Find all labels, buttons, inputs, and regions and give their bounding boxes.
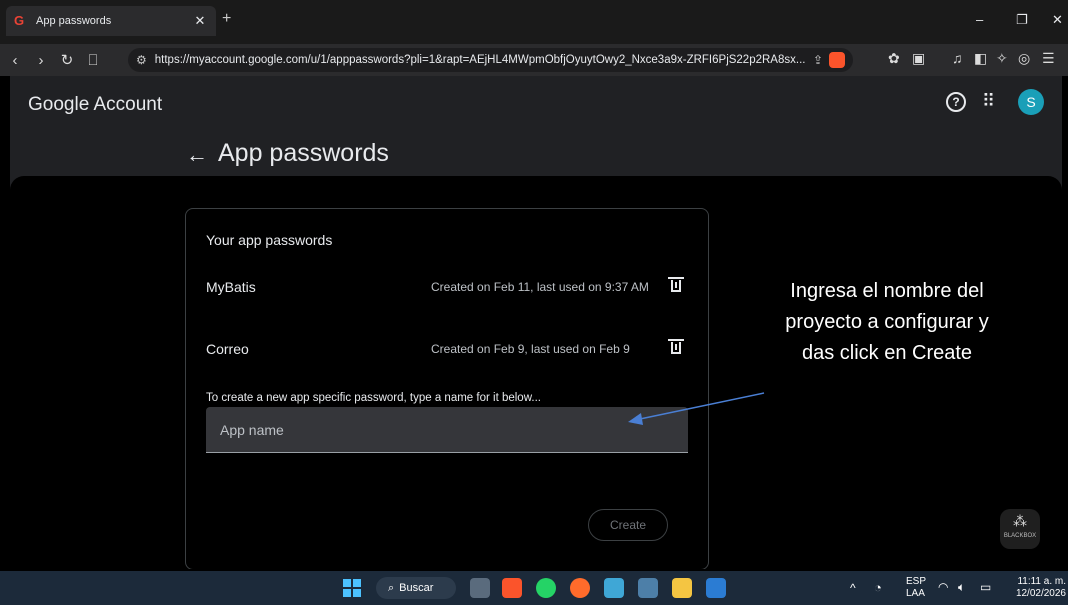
annotation-line: das click en Create <box>801 342 973 364</box>
app-icon[interactable] <box>638 578 658 598</box>
apps-grid-icon[interactable]: ⠿ <box>982 91 995 112</box>
search-icon: ⌕ <box>388 581 395 594</box>
new-tab-button[interactable]: + <box>222 10 231 28</box>
windows-taskbar: ⌕ Buscar ^ ◔ ESP LAA ◠ 🔈︎ ▭ 11:11 a. m. … <box>0 571 1068 605</box>
reload-icon[interactable]: ↻ <box>56 51 78 69</box>
language-code: ESP <box>906 576 927 587</box>
minimize-button[interactable]: – <box>976 12 983 27</box>
password-name: Correo <box>206 341 249 357</box>
url-text[interactable]: https://myaccount.google.com/u/1/apppass… <box>155 54 807 66</box>
leo-icon[interactable]: ✧ <box>996 50 1008 67</box>
blackbox-logo[interactable]: ⁂ BLACKBOX <box>1000 509 1040 549</box>
help-icon[interactable]: ? <box>946 92 966 112</box>
blackbox-icon: ⁂ <box>1013 513 1027 529</box>
create-hint: To create a new app specific password, t… <box>206 392 541 404</box>
brave-icon[interactable] <box>502 578 522 598</box>
wifi-icon[interactable]: ◠ <box>938 580 948 594</box>
card-heading: Your app passwords <box>206 232 333 248</box>
forward-icon[interactable]: › <box>30 52 52 69</box>
google-favicon-icon: G <box>14 13 25 28</box>
trash-icon[interactable] <box>668 339 684 354</box>
chevron-up-icon[interactable]: ^ <box>850 581 856 595</box>
password-name: MyBatis <box>206 279 256 295</box>
app-name-input[interactable] <box>206 407 688 453</box>
password-row: Correo Created on Feb 9, last used on Fe… <box>206 339 690 361</box>
windows-start-icon[interactable] <box>343 579 361 597</box>
app-passwords-card: Your app passwords MyBatis Created on Fe… <box>185 208 709 569</box>
menu-icon[interactable]: ☰ <box>1042 50 1055 67</box>
vpn-icon[interactable]: ◎ <box>1018 50 1030 67</box>
search-label: Buscar <box>399 582 434 594</box>
battery-icon[interactable]: ▭ <box>980 580 991 594</box>
playlist-icon[interactable]: ♫ <box>952 50 963 66</box>
file-explorer-icon[interactable] <box>672 578 692 598</box>
bookmark-icon[interactable]: ⎕ <box>82 52 104 69</box>
clock[interactable]: 11:11 a. m. 12/02/2026 <box>1010 576 1066 600</box>
back-arrow-icon[interactable]: ← <box>186 142 208 168</box>
share-icon[interactable]: ⇪ <box>813 53 823 67</box>
browser-tabstrip: G App passwords ✕ + – ❐ ✕ <box>0 0 1068 44</box>
wallet-icon[interactable]: ▣ <box>912 50 925 67</box>
sidebar-icon[interactable]: ◧ <box>974 50 987 67</box>
trash-icon[interactable] <box>668 277 684 292</box>
address-bar[interactable]: ⚙ https://myaccount.google.com/u/1/apppa… <box>128 48 853 72</box>
password-meta: Created on Feb 9, last used on Feb 9 <box>431 342 630 356</box>
create-button[interactable]: Create <box>588 509 668 541</box>
volume-icon[interactable]: 🔈︎ <box>958 580 965 595</box>
copilot-icon[interactable]: ◔ <box>874 580 882 595</box>
extensions-icon[interactable]: ✿ <box>888 50 900 67</box>
tab-close-icon[interactable]: ✕ <box>192 13 208 29</box>
browser-toolbar: ‹ › ↻ ⎕ ⚙ https://myaccount.google.com/u… <box>0 44 1068 76</box>
site-info-icon[interactable]: ⚙ <box>136 53 147 67</box>
brave-shield-icon[interactable] <box>829 52 845 68</box>
google-account-logo[interactable]: Google Account <box>28 94 162 116</box>
restore-button[interactable]: ❐ <box>1016 12 1028 28</box>
annotation-callout: Ingresa el nombre del proyecto a configu… <box>752 276 1022 369</box>
clock-time: 11:11 a. m. <box>1017 576 1066 587</box>
annotation-line: proyecto a configurar y <box>785 311 989 333</box>
taskbar-search[interactable]: ⌕ Buscar <box>376 577 456 599</box>
app-icon[interactable] <box>604 578 624 598</box>
language-layout: LAA <box>906 588 925 599</box>
language-indicator[interactable]: ESP LAA <box>906 576 926 600</box>
annotation-line: Ingresa el nombre del <box>790 280 984 302</box>
password-row: MyBatis Created on Feb 11, last used on … <box>206 277 690 299</box>
page-title: App passwords <box>218 139 389 167</box>
postman-icon[interactable] <box>570 578 590 598</box>
blackbox-label: BLACKBOX <box>1003 533 1037 539</box>
back-icon[interactable]: ‹ <box>4 52 26 69</box>
tab-title: App passwords <box>36 15 112 27</box>
content-area: Your app passwords MyBatis Created on Fe… <box>10 176 1062 569</box>
password-meta: Created on Feb 11, last used on 9:37 AM <box>431 280 649 294</box>
clock-date: 12/02/2026 <box>1015 588 1066 599</box>
word-icon[interactable] <box>706 578 726 598</box>
whatsapp-icon[interactable] <box>536 578 556 598</box>
taskview-icon[interactable] <box>470 578 490 598</box>
avatar[interactable]: S <box>1018 89 1044 115</box>
close-window-button[interactable]: ✕ <box>1052 12 1063 28</box>
browser-tab[interactable]: G App passwords ✕ <box>6 6 216 36</box>
